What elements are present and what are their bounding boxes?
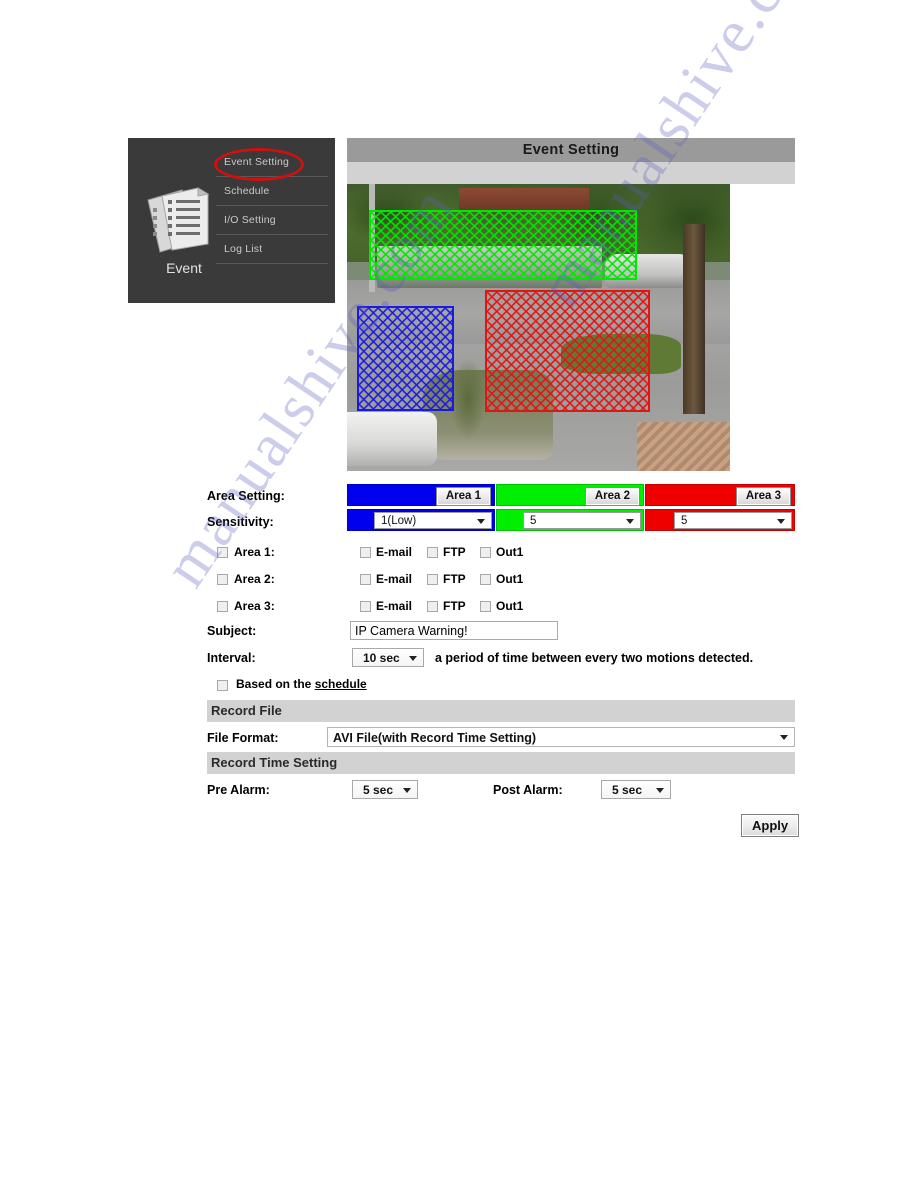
sensitivity-cell-2: 5 — [496, 509, 644, 531]
sidebar-item-schedule[interactable]: Schedule — [216, 177, 328, 206]
area-swatch-3: Area 3 — [645, 484, 795, 506]
chevron-down-icon — [777, 518, 785, 524]
area-1-enable-label: Area 1: — [234, 545, 275, 559]
post-alarm-label: Post Alarm: — [493, 783, 563, 797]
sensitivity-select-2[interactable]: 5 — [523, 512, 641, 529]
area-3-enable-label: Area 3: — [234, 599, 275, 613]
area-swatch-2: Area 2 — [496, 484, 644, 506]
camera-parked-car — [347, 412, 437, 466]
area-1-ftp-label: FTP — [443, 545, 466, 559]
sidebar-item-label: Schedule — [224, 185, 270, 197]
area-1-out1-label: Out1 — [496, 545, 524, 559]
area-2-out1-checkbox[interactable] — [480, 574, 491, 585]
apply-button[interactable]: Apply — [741, 814, 800, 837]
chevron-down-icon — [656, 787, 664, 793]
camera-roof — [459, 188, 589, 210]
sidebar-item-event-setting[interactable]: Event Setting — [216, 148, 328, 177]
sensitivity-select-1[interactable]: 1(Low) — [374, 512, 492, 529]
pre-alarm-label: Pre Alarm: — [207, 783, 270, 797]
sidebar-panel: Event Event Setting Schedule I/O Setting… — [128, 138, 335, 303]
subject-input[interactable]: IP Camera Warning! — [350, 621, 558, 640]
chevron-down-icon — [626, 518, 634, 524]
area-3-enable-checkbox[interactable] — [217, 601, 228, 612]
area-swatch-1: Area 1 — [347, 484, 495, 506]
sensitivity-label: Sensitivity: — [207, 515, 274, 529]
record-time-section-header: Record Time Setting — [207, 752, 795, 774]
chevron-down-icon — [780, 735, 788, 740]
sidebar-item-label: I/O Setting — [224, 214, 276, 226]
subtitle-bar — [347, 162, 795, 184]
area-2-enable-checkbox[interactable] — [217, 574, 228, 585]
based-on-schedule-text: Based on the — [236, 677, 315, 691]
based-on-schedule-checkbox[interactable] — [217, 680, 228, 691]
area-1-email-checkbox[interactable] — [360, 547, 371, 558]
chevron-down-icon — [403, 787, 411, 793]
interval-note: a period of time between every two motio… — [435, 651, 754, 665]
area-3-email-label: E-mail — [376, 599, 413, 613]
area-1-enable-checkbox[interactable] — [217, 547, 228, 558]
file-format-select[interactable]: AVI File(with Record Time Setting) — [327, 727, 795, 747]
area-grid: Area 1 Area 2 Area 3 1(Low) 5 5 — [347, 484, 795, 532]
area-3-email-checkbox[interactable] — [360, 601, 371, 612]
area-3-ftp-label: FTP — [443, 599, 466, 613]
based-on-schedule-label: Based on the schedule — [236, 677, 367, 691]
area-1-out1-checkbox[interactable] — [480, 547, 491, 558]
subject-label: Subject: — [207, 624, 257, 638]
chevron-down-icon — [409, 655, 417, 661]
area-2-out1-label: Out1 — [496, 572, 524, 586]
motion-zone-area-2[interactable] — [369, 210, 637, 280]
camera-brick-path — [637, 422, 730, 471]
interval-select[interactable]: 10 sec — [352, 648, 424, 667]
interval-label: Interval: — [207, 651, 256, 665]
area-2-ftp-label: FTP — [443, 572, 466, 586]
sidebar-menu: Event Setting Schedule I/O Setting Log L… — [216, 148, 328, 264]
area-setting-label: Area Setting: — [207, 489, 285, 503]
camera-preview[interactable] — [347, 184, 730, 471]
area-2-enable-label: Area 2: — [234, 572, 275, 586]
motion-zone-area-3[interactable] — [485, 290, 650, 412]
pre-alarm-select[interactable]: 5 sec — [352, 780, 418, 799]
area-2-email-label: E-mail — [376, 572, 413, 586]
chevron-down-icon — [477, 518, 485, 524]
area-2-ftp-checkbox[interactable] — [427, 574, 438, 585]
sidebar-item-label: Event Setting — [224, 156, 290, 168]
camera-tree-trunk — [683, 224, 705, 414]
area-3-ftp-checkbox[interactable] — [427, 601, 438, 612]
area-1-button[interactable]: Area 1 — [435, 487, 491, 506]
documents-checklist-icon — [142, 186, 220, 256]
main-panel: Event Setting — [347, 138, 795, 471]
sidebar-item-log-list[interactable]: Log List — [216, 235, 328, 264]
sidebar-item-io-setting[interactable]: I/O Setting — [216, 206, 328, 235]
sensitivity-select-3[interactable]: 5 — [674, 512, 792, 529]
record-file-section-header: Record File — [207, 700, 795, 722]
schedule-link[interactable]: schedule — [315, 677, 367, 691]
file-format-label: File Format: — [207, 731, 279, 745]
area-3-button[interactable]: Area 3 — [735, 487, 791, 506]
area-3-out1-checkbox[interactable] — [480, 601, 491, 612]
area-1-ftp-checkbox[interactable] — [427, 547, 438, 558]
area-2-button[interactable]: Area 2 — [584, 487, 640, 506]
area-1-email-label: E-mail — [376, 545, 413, 559]
motion-zone-area-1[interactable] — [357, 306, 454, 411]
page-title: Event Setting — [347, 138, 795, 162]
sensitivity-cell-3: 5 — [645, 509, 795, 531]
post-alarm-select[interactable]: 5 sec — [601, 780, 671, 799]
area-2-email-checkbox[interactable] — [360, 574, 371, 585]
sidebar-item-label: Log List — [224, 243, 263, 255]
sensitivity-cell-1: 1(Low) — [347, 509, 495, 531]
area-3-out1-label: Out1 — [496, 599, 524, 613]
